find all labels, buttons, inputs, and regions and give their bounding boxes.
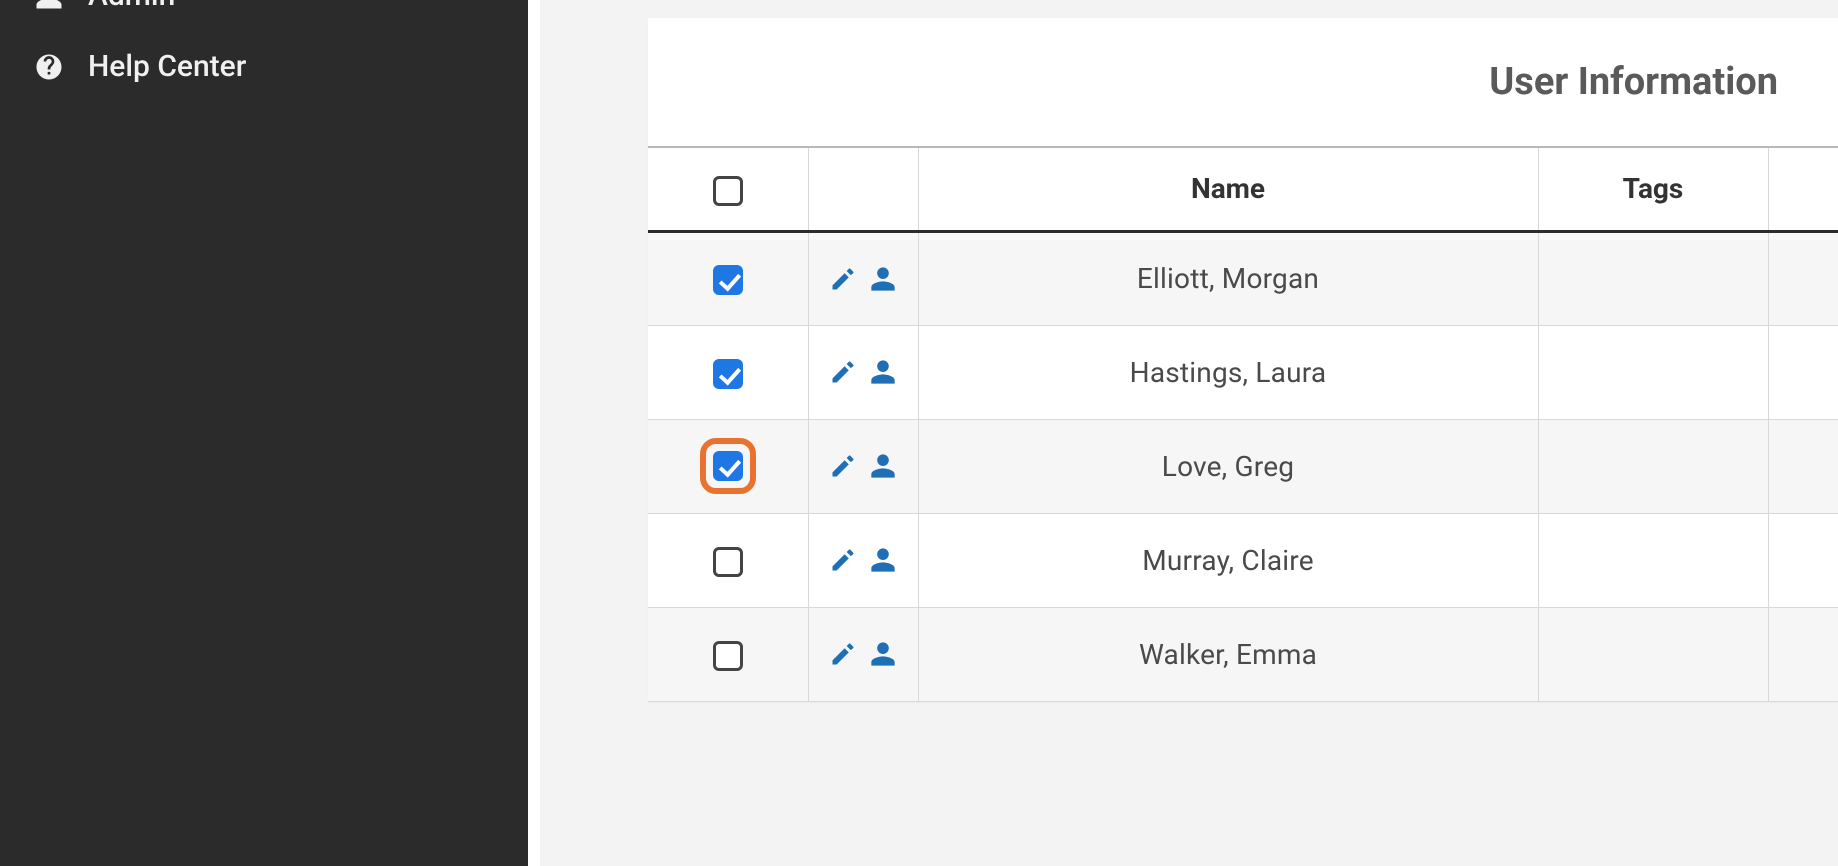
table-row: Elliott, Morgan (648, 231, 1838, 325)
cell-select (648, 607, 808, 701)
cell-select (648, 419, 808, 513)
user-icon (34, 0, 64, 11)
cell-select (648, 513, 808, 607)
sidebar-item-admin[interactable]: Admin (0, 0, 528, 31)
edit-icon[interactable] (829, 452, 857, 480)
sidebar-item-label: Admin (88, 0, 175, 13)
table-row: Murray, Claire (648, 513, 1838, 607)
cell-tags (1538, 231, 1768, 325)
edit-icon[interactable] (829, 640, 857, 668)
user-icon[interactable] (869, 640, 897, 668)
cell-actions (808, 607, 918, 701)
cell-select (648, 231, 808, 325)
cell-actions (808, 231, 918, 325)
cell-name[interactable]: Murray, Claire (918, 513, 1538, 607)
table-row: Love, Greg (648, 419, 1838, 513)
user-icon[interactable] (869, 358, 897, 386)
edit-icon[interactable] (829, 546, 857, 574)
cell-name[interactable]: Love, Greg (918, 419, 1538, 513)
column-header-rest (1768, 148, 1838, 231)
cell-name[interactable]: Hastings, Laura (918, 325, 1538, 419)
cell-name[interactable]: Elliott, Morgan (918, 231, 1538, 325)
cell-tags (1538, 513, 1768, 607)
cell-name[interactable]: Walker, Emma (918, 607, 1538, 701)
row-checkbox[interactable] (713, 265, 743, 295)
row-checkbox[interactable] (713, 451, 743, 481)
cell-rest (1768, 325, 1838, 419)
main-content: User Information Name Tags (540, 0, 1838, 866)
cell-actions (808, 419, 918, 513)
help-icon (34, 52, 64, 82)
cell-tags (1538, 419, 1768, 513)
panel-title: User Information (1489, 60, 1778, 104)
cell-rest (1768, 607, 1838, 701)
table-row: Hastings, Laura (648, 325, 1838, 419)
sidebar: Admin Help Center (0, 0, 528, 866)
cell-tags (1538, 607, 1768, 701)
cell-select (648, 325, 808, 419)
panel-header: User Information (648, 18, 1838, 148)
user-icon[interactable] (869, 452, 897, 480)
table-row: Walker, Emma (648, 607, 1838, 701)
divider (528, 0, 540, 866)
column-header-actions (808, 148, 918, 231)
sidebar-item-label: Help Center (88, 49, 246, 84)
cell-rest (1768, 513, 1838, 607)
row-checkbox[interactable] (713, 547, 743, 577)
select-all-checkbox[interactable] (713, 176, 743, 206)
checkbox-highlight-ring (700, 438, 756, 494)
column-header-select (648, 148, 808, 231)
cell-rest (1768, 231, 1838, 325)
user-info-panel: User Information Name Tags (648, 18, 1838, 702)
cell-actions (808, 325, 918, 419)
column-header-name[interactable]: Name (918, 148, 1538, 231)
table-header-row: Name Tags (648, 148, 1838, 231)
sidebar-item-help-center[interactable]: Help Center (0, 31, 528, 102)
cell-rest (1768, 419, 1838, 513)
column-header-tags[interactable]: Tags (1538, 148, 1768, 231)
cell-tags (1538, 325, 1768, 419)
user-table: Name Tags (648, 148, 1838, 702)
row-checkbox[interactable] (713, 641, 743, 671)
edit-icon[interactable] (829, 358, 857, 386)
row-checkbox[interactable] (713, 359, 743, 389)
user-icon[interactable] (869, 546, 897, 574)
cell-actions (808, 513, 918, 607)
edit-icon[interactable] (829, 265, 857, 293)
user-icon[interactable] (869, 265, 897, 293)
